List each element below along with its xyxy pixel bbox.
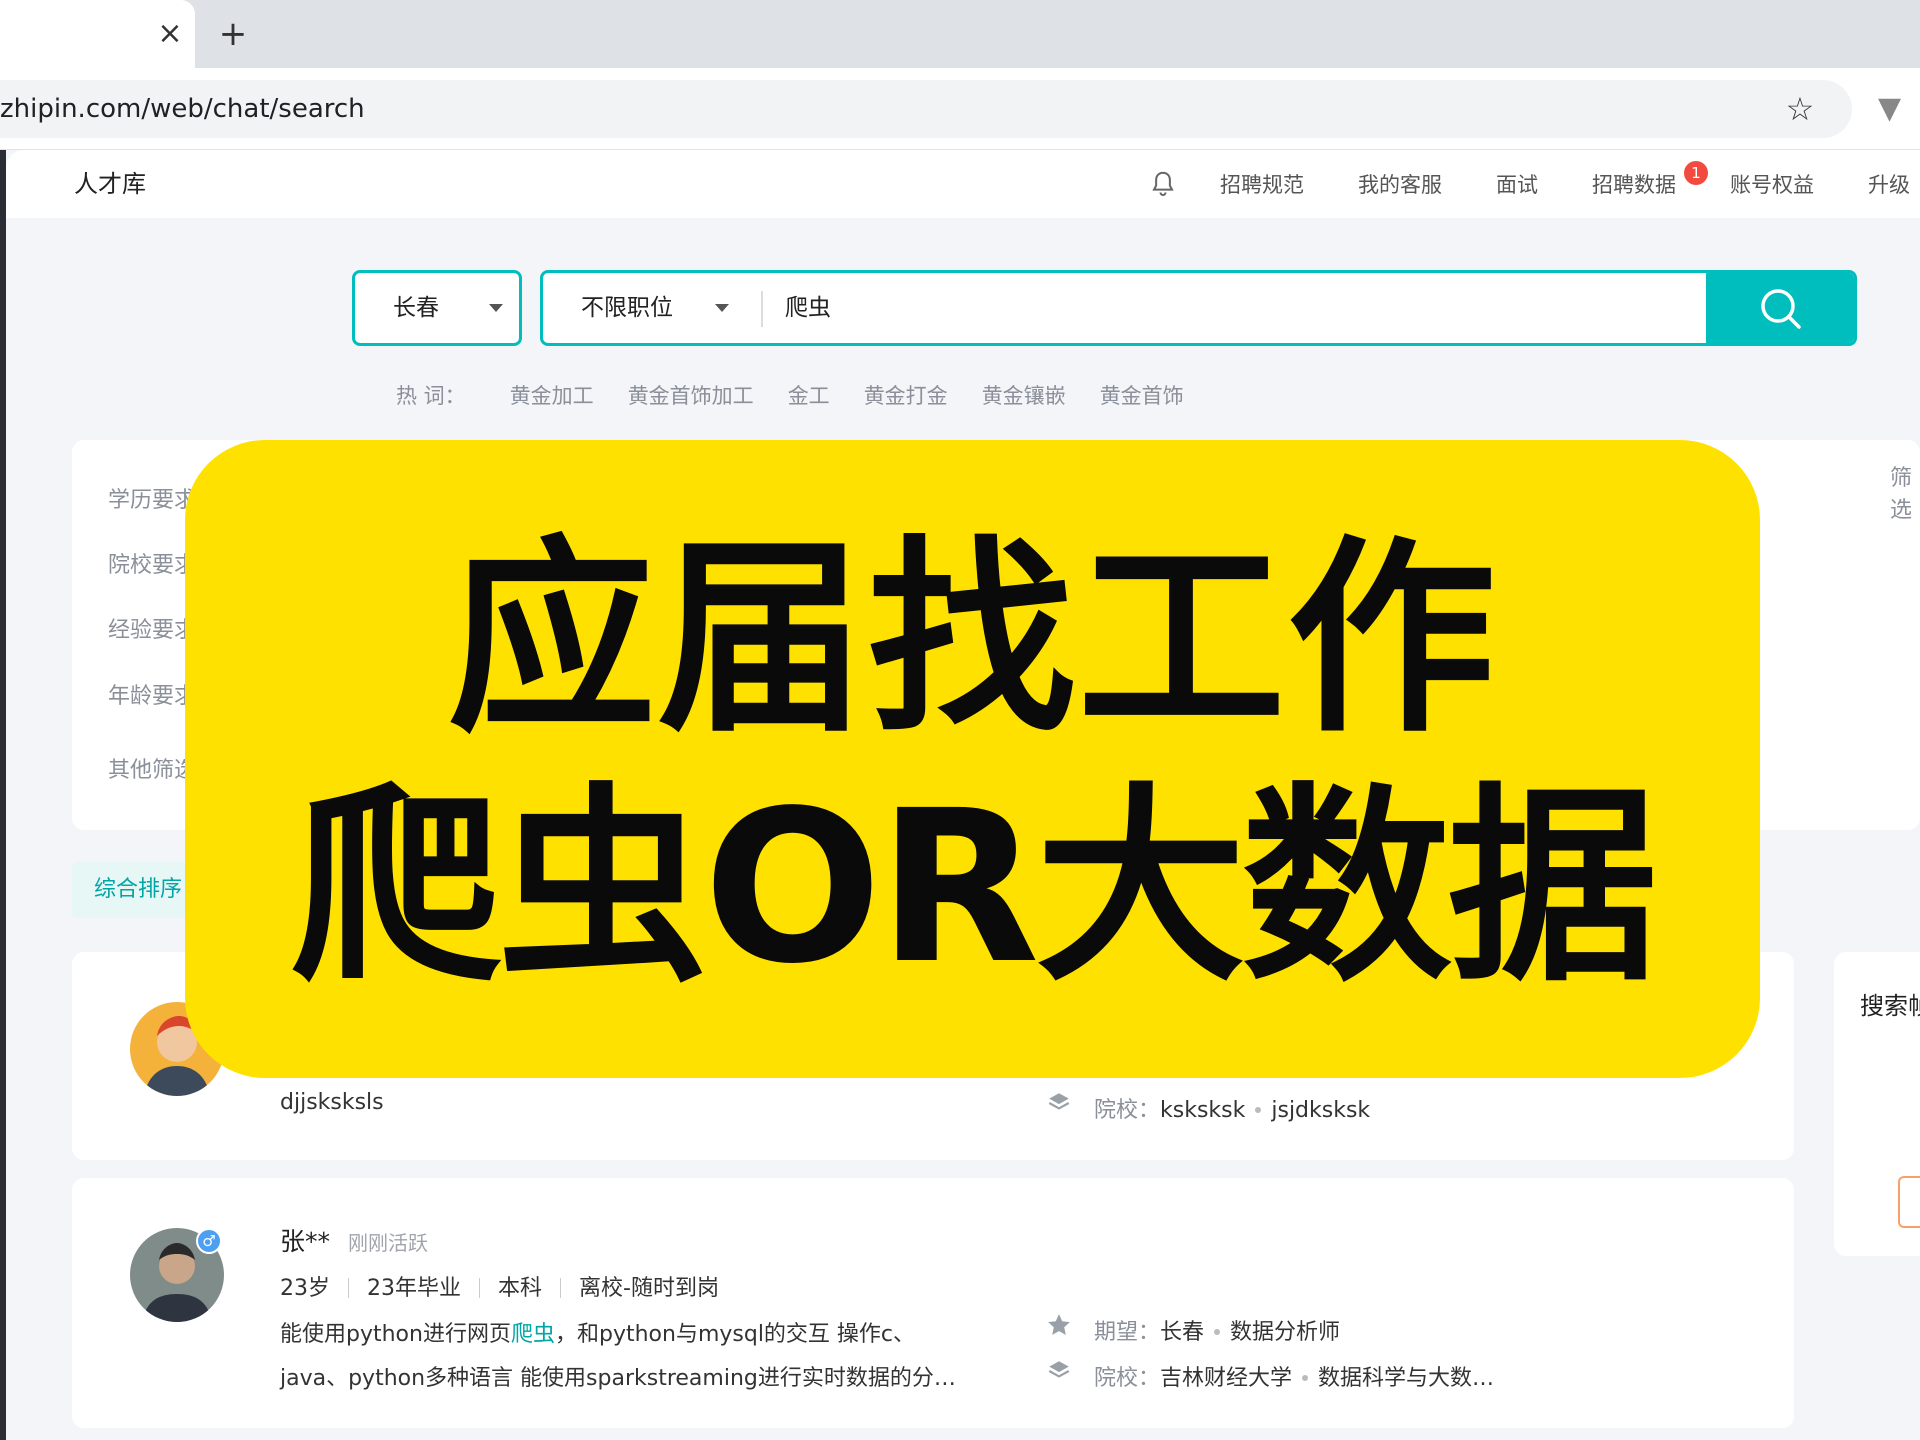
hot-word[interactable]: 金工 [788,380,830,410]
filter-education[interactable]: 学历要求 [108,482,196,514]
app-header: 人才库 招聘规范 我的客服 面试 招聘数据 1 账号权益 升级 [6,150,1920,218]
bell-icon[interactable] [1148,168,1178,200]
star-icon [1048,1314,1070,1335]
candidate-school: 院校：吉林财经大学 数据科学与大数… [1094,1366,1495,1391]
chevron-down-icon [489,304,503,312]
candidate-expectation: 期望：长春 数据分析师 [1094,1320,1341,1345]
filter-toggle[interactable]: 筛选 [1890,460,1920,524]
position-value: 不限职位 [581,295,673,321]
hot-word[interactable]: 黄金打金 [864,380,948,410]
hot-word[interactable]: 黄金首饰 [1100,380,1184,410]
nav-recruit-rules[interactable]: 招聘规范 [1220,169,1304,199]
nav-interview[interactable]: 面试 [1496,169,1538,199]
bookmark-star-icon[interactable]: ☆ [1780,89,1820,129]
filter-other[interactable]: 其他筛选 [108,752,196,784]
search-box: 不限职位 爬虫 [540,270,1857,346]
candidate-school: 院校：ksksksk jsjdksksk [1094,1098,1371,1123]
nav-account-benefits[interactable]: 账号权益 [1730,169,1814,199]
promo-overlay: 应届找工作 爬虫OR大数据 [185,440,1760,1078]
nav-upgrade[interactable]: 升级 [1868,169,1910,199]
filter-school[interactable]: 院校要求 [108,547,196,579]
city-value: 长春 [393,295,439,321]
candidate-name: 张** [280,1227,331,1256]
hot-words: 热 词： 黄金加工 黄金首饰加工 金工 黄金打金 黄金镶嵌 黄金首饰 [396,380,1218,410]
male-icon: ♂ [196,1228,222,1254]
hot-word[interactable]: 黄金镶嵌 [982,380,1066,410]
city-select[interactable]: 长春 [352,270,522,346]
search-button[interactable] [1706,273,1854,343]
window-edge [0,150,6,1440]
browser-toolbar: zhipin.com/web/chat/search ☆ ▼ [0,68,1920,150]
sort-tab-default[interactable]: 综合排序 [72,862,202,918]
school-icon [1048,1093,1070,1110]
overlay-headline: 应届找工作 [447,519,1498,761]
notification-badge: 1 [1684,161,1708,185]
hot-word[interactable]: 黄金加工 [510,380,594,410]
close-tab-icon[interactable]: × [155,14,185,54]
nav-recruit-data[interactable]: 招聘数据 1 [1592,161,1708,199]
school-icon [1048,1361,1070,1378]
hot-word[interactable]: 黄金首饰加工 [628,380,754,410]
active-status: 刚刚活跃 [348,1231,429,1255]
url-text[interactable]: zhipin.com/web/chat/search [0,80,365,138]
candidate-card[interactable]: ♂ 张** 刚刚活跃 23岁 23年毕业 本科 离校-随时到岗 能使用python进行网… [72,1178,1794,1428]
side-panel-title: 搜索帧 [1860,992,1920,1020]
chevron-down-icon [715,304,729,312]
address-bar[interactable]: zhipin.com/web/chat/search ☆ [0,80,1852,138]
candidate-desc-line2: java、python多种语言 能使用sparkstreaming进行实时数据的… [280,1366,956,1391]
candidate-desc-line1: 能使用python进行网页爬虫，和python与mysql的交互 操作c、 [280,1322,916,1347]
search-icon [1761,289,1801,329]
hot-words-label: 热 词： [396,384,466,408]
side-panel-button[interactable] [1898,1176,1920,1228]
overlay-subheadline: 爬虫OR大数据 [291,765,1657,1010]
position-select[interactable]: 不限职位 [543,273,763,343]
browser-tab[interactable]: × [0,0,195,68]
candidate-basic-info: 23岁 23年毕业 本科 离校-随时到岗 [280,1276,719,1301]
extension-icon[interactable]: ▼ [1878,90,1916,128]
side-panel: 搜索帧 [1834,952,1920,1256]
divider [761,291,763,327]
nav-customer-service[interactable]: 我的客服 [1358,169,1442,199]
filter-age[interactable]: 年龄要求 [108,678,196,710]
candidate-summary: djjsksksls [280,1090,384,1115]
new-tab-icon[interactable]: + [215,12,251,56]
browser-tab-strip: × + [0,0,1920,68]
page-title: 人才库 [74,170,146,198]
filter-experience[interactable]: 经验要求 [108,612,196,644]
search-input[interactable]: 爬虫 [785,273,831,343]
top-nav: 招聘规范 我的客服 面试 招聘数据 1 账号权益 升级 [1220,150,1920,218]
nav-recruit-data-label: 招聘数据 [1592,173,1676,197]
candidate-name-row: 张** 刚刚活跃 [280,1222,428,1258]
